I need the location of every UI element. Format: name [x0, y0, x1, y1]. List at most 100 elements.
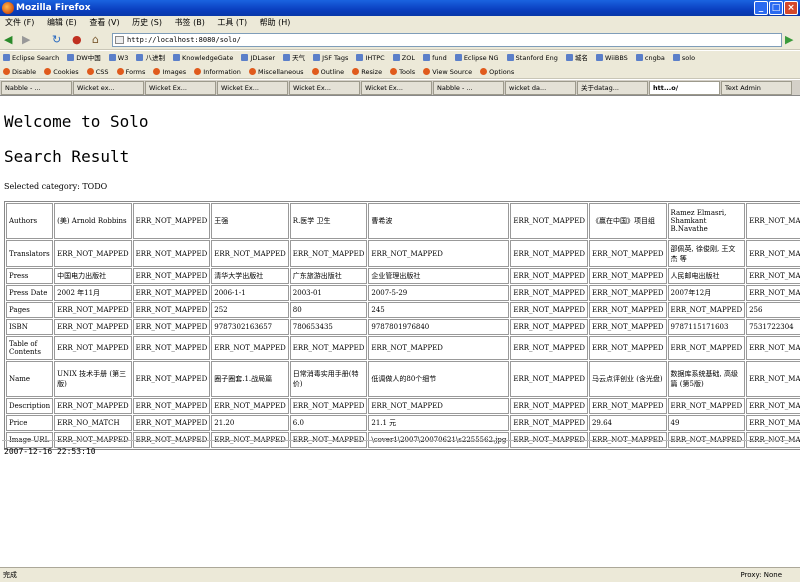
bookmark-item[interactable]: 八进制 — [133, 51, 168, 65]
menu-help[interactable]: 帮助 (H) — [255, 16, 296, 30]
table-cell: 256 — [746, 302, 800, 318]
row-header: Price — [6, 415, 54, 431]
table-cell: ERR_NOT_MAPPED — [289, 336, 368, 360]
table-cell: ERR_NOT_MAPPED — [588, 398, 667, 414]
dev-menu-item[interactable]: Resize — [349, 65, 385, 78]
table-cell: (美) Arnold Robbins — [54, 203, 132, 239]
table-cell: ERR_NOT_MAPPED — [746, 415, 800, 431]
table-cell: 9787115171603 — [667, 319, 746, 335]
browser-tab[interactable]: wicket da... — [505, 81, 576, 95]
bookmark-item[interactable]: Stanford Eng — [504, 51, 561, 65]
stop-icon[interactable]: ● — [72, 33, 82, 47]
table-cell: 广东旅游出版社 — [289, 268, 368, 284]
browser-tab[interactable]: Wicket Ex... — [289, 81, 360, 95]
table-cell: R.医学 卫生 — [289, 203, 368, 239]
row-header: Press Date — [6, 285, 54, 301]
dev-menu-item[interactable]: Tools — [387, 65, 418, 78]
table-cell: 2007年12月 — [667, 285, 746, 301]
bookmark-item[interactable]: WiiBBS — [593, 51, 631, 65]
status-bar: 完成 Proxy: None — [0, 567, 800, 582]
dev-menu-item[interactable]: Forms — [114, 65, 149, 78]
browser-tab[interactable]: Text Admin — [721, 81, 792, 95]
dev-menu-item[interactable]: Disable — [0, 65, 39, 78]
browser-tab[interactable]: Nabble - ... — [433, 81, 504, 95]
bookmark-item[interactable]: IHTPC — [353, 51, 387, 65]
reload-icon[interactable]: ↻ — [52, 33, 61, 47]
table-cell: ERR_NOT_MAPPED — [368, 336, 510, 360]
bookmarks-toolbar: Eclipse Search DW中国 W3 八进制 KnowledgeGate… — [0, 51, 800, 65]
table-cell: ERR_NOT_MAPPED — [746, 285, 800, 301]
dev-menu-item[interactable]: Cookies — [41, 65, 81, 78]
table-cell: ERR_NOT_MAPPED — [746, 240, 800, 267]
table-cell: 马云点评创业 (含光盘) — [588, 361, 667, 397]
bookmark-item[interactable]: JSF Tags — [310, 51, 351, 65]
maximize-button[interactable]: □ — [769, 1, 783, 15]
forward-icon[interactable]: ▶ — [22, 33, 30, 47]
dev-menu-item[interactable]: Information — [191, 65, 244, 78]
table-cell: ERR_NOT_MAPPED — [211, 398, 289, 414]
web-developer-toolbar: Disable Cookies CSS Forms Images Informa… — [0, 65, 800, 79]
table-cell: ERR_NOT_MAPPED — [510, 336, 588, 360]
dev-menu-item[interactable]: View Source — [420, 65, 475, 78]
bookmark-item[interactable]: solo — [670, 51, 698, 65]
menu-bookmarks[interactable]: 书签 (B) — [170, 16, 210, 30]
search-result-table: Authors (美) Arnold Robbins ERR_NOT_MAPPED 王… — [4, 201, 800, 450]
table-cell: 邵佩英, 徐俊刚, 王文杰 等 — [667, 240, 746, 267]
table-cell: ERR_NOT_MAPPED — [132, 285, 211, 301]
bookmark-item[interactable]: JDLaser — [238, 51, 278, 65]
table-cell: 2002 年11月 — [54, 285, 132, 301]
table-cell: 日常消毒实用手册(特价) — [289, 361, 368, 397]
browser-tab[interactable]: Wicket Ex... — [145, 81, 216, 95]
status-text: 完成 — [3, 571, 17, 579]
close-button[interactable]: × — [784, 1, 798, 15]
table-cell: ERR_NOT_MAPPED — [211, 240, 289, 267]
browser-tab[interactable]: 关于datag... — [577, 81, 648, 95]
bookmark-item[interactable]: 城名 — [563, 51, 591, 65]
bookmark-item[interactable]: W3 — [106, 51, 132, 65]
table-cell: ERR_NOT_MAPPED — [510, 203, 588, 239]
bookmark-item[interactable]: cngba — [633, 51, 668, 65]
table-cell: ERR_NOT_MAPPED — [211, 336, 289, 360]
browser-tab[interactable]: htt...o/ — [649, 81, 720, 95]
home-icon[interactable]: ⌂ — [92, 33, 99, 47]
bookmark-item[interactable]: Eclipse Search — [0, 51, 62, 65]
table-row: Authors (美) Arnold Robbins ERR_NOT_MAPPED 王… — [6, 203, 800, 239]
back-icon[interactable]: ◀ — [4, 33, 12, 47]
bookmark-item[interactable]: KnowledgeGate — [170, 51, 236, 65]
bookmark-item[interactable]: fund — [420, 51, 450, 65]
row-header: Authors — [6, 203, 54, 239]
table-cell: 王强 — [211, 203, 289, 239]
bookmark-item[interactable]: 天气 — [280, 51, 308, 65]
menu-file[interactable]: 文件 (F) — [0, 16, 39, 30]
browser-tab[interactable]: Wicket Ex... — [217, 81, 288, 95]
table-cell: 49 — [667, 415, 746, 431]
table-cell: ERR_NOT_MAPPED — [132, 203, 211, 239]
table-cell: ERR_NOT_MAPPED — [667, 302, 746, 318]
browser-tab[interactable]: Nabble - ... — [1, 81, 72, 95]
dev-menu-item[interactable]: CSS — [84, 65, 112, 78]
bookmark-item[interactable]: ZOL — [390, 51, 418, 65]
bookmark-item[interactable]: Eclipse NG — [452, 51, 502, 65]
dev-menu-item[interactable]: Outline — [309, 65, 348, 78]
table-cell: ERR_NOT_MAPPED — [54, 240, 132, 267]
menu-history[interactable]: 历史 (S) — [127, 16, 167, 30]
menu-tools[interactable]: 工具 (T) — [212, 16, 252, 30]
dev-menu-item[interactable]: Images — [150, 65, 189, 78]
minimize-button[interactable]: _ — [754, 1, 768, 15]
browser-tab[interactable]: Wicket ex... — [73, 81, 144, 95]
search-result-heading: Search Result — [4, 147, 130, 166]
go-icon[interactable]: ▶ — [785, 34, 793, 46]
dev-menu-item[interactable]: Miscellaneous — [246, 65, 307, 78]
table-cell: ERR_NOT_MAPPED — [510, 268, 588, 284]
table-cell: ERR_NOT_MAPPED — [132, 415, 211, 431]
bookmark-item[interactable]: DW中国 — [64, 51, 103, 65]
table-cell: 29.64 — [588, 415, 667, 431]
table-cell: 80 — [289, 302, 368, 318]
menu-edit[interactable]: 编辑 (E) — [42, 16, 82, 30]
menu-view[interactable]: 查看 (V) — [84, 16, 124, 30]
dev-menu-item[interactable]: Options — [477, 65, 517, 78]
browser-tab[interactable]: Wicket Ex... — [361, 81, 432, 95]
table-cell: 中国电力出版社 — [54, 268, 132, 284]
url-input[interactable]: http://localhost:8080/solo/ — [112, 33, 782, 47]
proxy-status: Proxy: None — [740, 571, 782, 579]
